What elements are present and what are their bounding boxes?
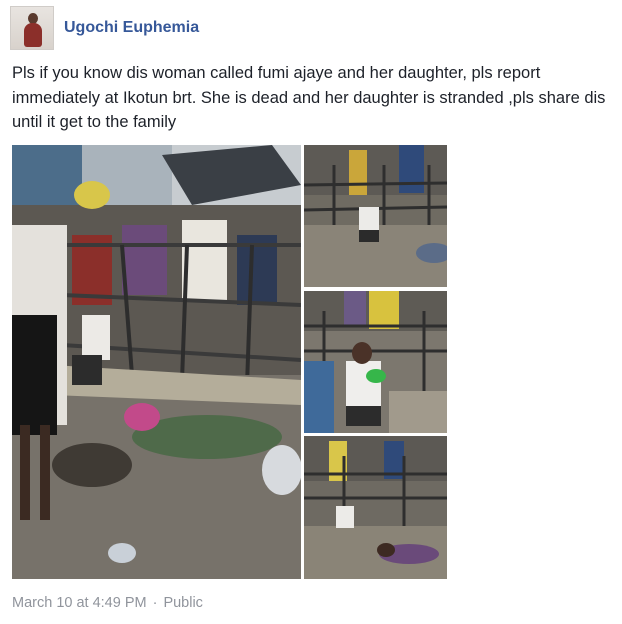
- post-text: Pls if you know dis woman called fumi aj…: [12, 61, 612, 135]
- photo-main[interactable]: [12, 145, 301, 579]
- post-timestamp[interactable]: March 10 at 4:49 PM: [12, 595, 147, 611]
- meta-separator: ·: [152, 595, 158, 611]
- photo-thumb-1[interactable]: [304, 145, 447, 287]
- author-name[interactable]: Ugochi Euphemia: [64, 19, 199, 37]
- post-header: Ugochi Euphemia: [10, 6, 199, 50]
- facebook-post: Ugochi Euphemia Pls if you know dis woma…: [0, 0, 622, 624]
- author-avatar[interactable]: [10, 6, 54, 50]
- photo-thumb-3[interactable]: [304, 436, 447, 579]
- post-text-line: until it get to the family: [12, 113, 177, 131]
- post-text-line: Pls if you know dis woman called fumi aj…: [12, 64, 541, 82]
- avatar-body: [24, 23, 42, 47]
- post-text-line: immediately at Ikotun brt. She is dead a…: [12, 88, 606, 107]
- post-meta: March 10 at 4:49 PM · Public: [12, 595, 203, 611]
- privacy-label[interactable]: Public: [163, 595, 203, 611]
- photo-thumb-2[interactable]: [304, 291, 447, 433]
